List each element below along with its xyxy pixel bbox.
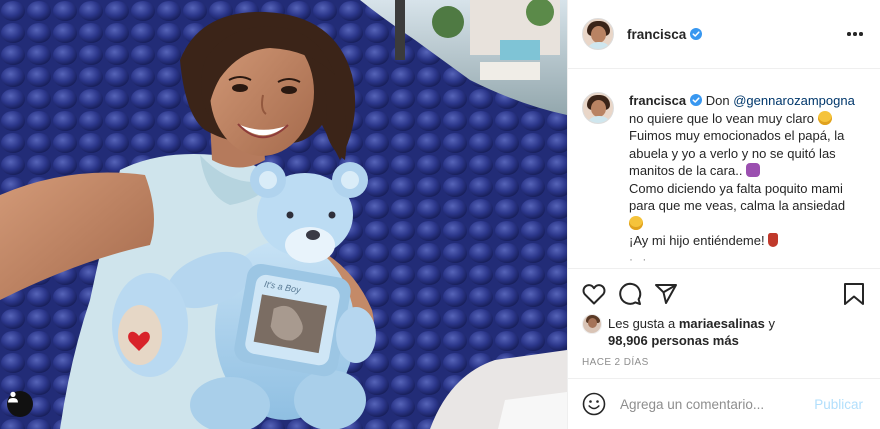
smiley-icon — [582, 392, 606, 416]
post-timestamp[interactable]: HACE 2 DÍAS — [582, 357, 867, 368]
user-tag-button[interactable] — [7, 391, 33, 417]
likes-count-link[interactable]: 98,906 personas más — [608, 333, 739, 348]
comment-button[interactable] — [617, 281, 643, 307]
more-options-button[interactable] — [843, 25, 867, 43]
comment-icon — [619, 282, 642, 305]
liker-username-link[interactable]: mariaesalinas — [679, 316, 765, 331]
caption-line-7: ¡Ay mi hijo entiéndeme! — [629, 233, 765, 248]
caption-line-4: manitos de la cara.. — [629, 163, 743, 178]
caption-username[interactable]: francisca — [629, 93, 686, 108]
actions-area: Les gusta a mariaesalinas y 98,906 perso… — [568, 268, 880, 378]
post-header: francisca — [568, 0, 880, 69]
share-button[interactable] — [653, 281, 679, 307]
emoji-picker-button[interactable] — [582, 392, 606, 416]
likes-joiner: y — [768, 316, 775, 331]
like-button[interactable] — [581, 281, 607, 307]
liker-avatar[interactable] — [582, 314, 602, 334]
user-tag-icon — [8, 391, 18, 403]
verified-badge-icon — [690, 94, 703, 106]
more-horizontal-icon — [847, 32, 863, 36]
action-icons — [582, 269, 867, 315]
share-icon — [655, 284, 677, 304]
likes-prefix: Les gusta a — [608, 316, 676, 331]
caption-overflow: · · — [629, 251, 650, 266]
verified-badge-icon — [690, 27, 703, 40]
comment-bar: Publicar — [568, 378, 880, 429]
photo-illustration — [0, 0, 567, 429]
caption-line-5: Como diciendo ya falta poquito mami — [629, 180, 843, 196]
caption-line-3: abuela y yo a verlo y no se quitó las — [629, 145, 836, 161]
comment-input[interactable] — [620, 396, 815, 412]
likes-summary: Les gusta a mariaesalinas y 98,906 perso… — [582, 314, 867, 349]
post-side-panel: francisca francisca Don @gennarozampogna — [567, 0, 880, 429]
woman-bowing-emoji-icon — [768, 233, 779, 247]
save-button[interactable] — [841, 281, 867, 307]
caption-area[interactable]: francisca Don @gennarozampogna no quiere… — [568, 70, 880, 268]
grinning-sweat-emoji-icon — [629, 215, 643, 230]
instagram-post: It's a Boy francisca francisca Don @genn… — [0, 0, 880, 429]
bookmark-icon — [844, 283, 864, 305]
laughing-emoji-icon — [817, 110, 832, 125]
caption-line-2: Fuimos muy emocionados el papá, la — [629, 128, 845, 143]
caption-lead: Don — [705, 93, 730, 108]
avatar[interactable] — [582, 18, 614, 50]
caption-avatar[interactable] — [582, 92, 614, 124]
caption-text: francisca Don @gennarozampogna no quiere… — [629, 92, 867, 266]
heart-icon — [582, 284, 606, 305]
woman-gesturing-emoji-icon — [746, 163, 761, 177]
mention-link[interactable]: @gennarozampogna — [733, 93, 855, 108]
caption-line-6: para que me veas, calma la ansiedad — [629, 198, 846, 213]
post-photo[interactable]: It's a Boy — [0, 0, 567, 429]
username-text: francisca — [627, 26, 687, 42]
username-link[interactable]: francisca — [627, 26, 703, 42]
caption-line-1: no quiere que lo vean muy claro — [629, 110, 815, 126]
publish-button[interactable]: Publicar — [814, 397, 863, 412]
